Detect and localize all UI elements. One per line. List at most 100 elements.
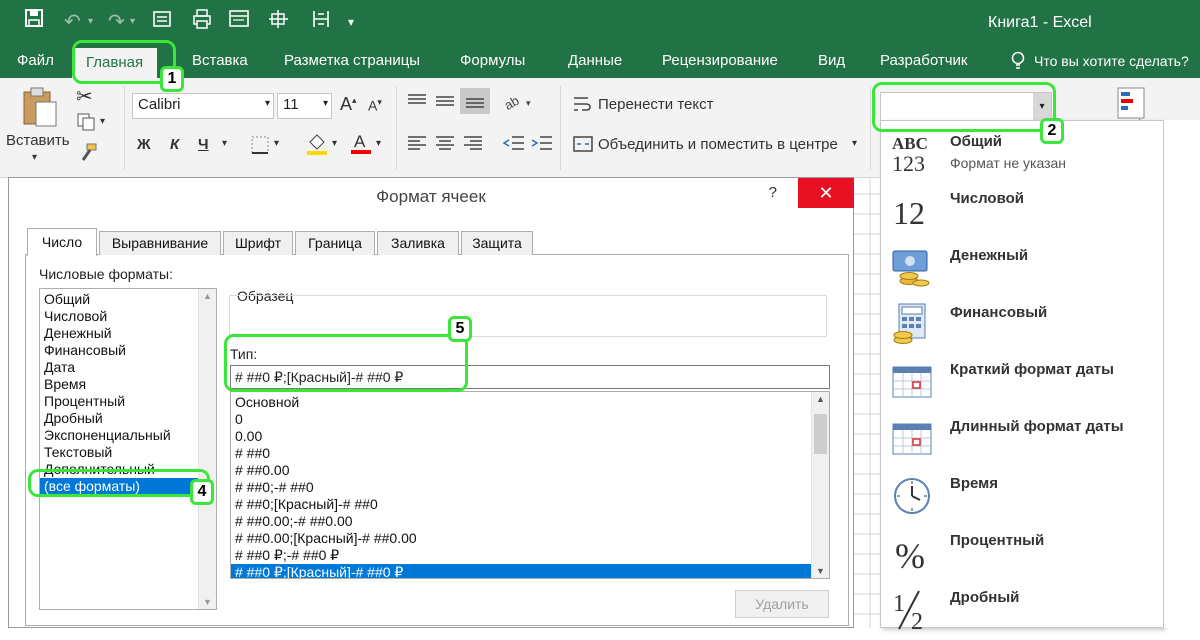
customize-icon[interactable]: ▾ <box>348 8 354 36</box>
format-code-item[interactable]: 0.00 <box>231 428 829 445</box>
format-code-item-selected[interactable]: # ##0 ₽;[Красный]-# ##0 ₽ <box>231 564 811 578</box>
undo-dropdown-icon[interactable]: ▾ <box>88 8 93 36</box>
tab-data[interactable]: Данные <box>568 46 622 78</box>
font-color-dropdown-icon[interactable]: ▾ <box>376 138 381 149</box>
category-item[interactable]: Экспоненциальный <box>40 427 216 444</box>
font-name-combo[interactable]: Calibri ▾ <box>132 93 274 119</box>
save-icon[interactable] <box>24 8 44 36</box>
cut-icon[interactable]: ✂ <box>76 84 93 109</box>
number-format-item-currency[interactable]: Денежный <box>881 241 1165 298</box>
macro-icon[interactable] <box>310 8 332 38</box>
number-format-item-long-date[interactable]: Длинный формат даты <box>881 412 1165 469</box>
window-icon[interactable] <box>228 8 250 38</box>
categories-list[interactable]: Общий Числовой Денежный Финансовый Дата … <box>39 288 217 610</box>
tab-insert[interactable]: Вставка <box>192 46 248 78</box>
align-middle-icon[interactable] <box>434 92 456 114</box>
form-icon[interactable] <box>152 8 174 38</box>
bold-button[interactable]: Ж <box>137 136 151 153</box>
chart-tool-icon[interactable] <box>268 8 290 38</box>
dialog-tab-font[interactable]: Шрифт <box>223 231 293 255</box>
fill-color-icon[interactable] <box>306 132 328 160</box>
number-format-item-number[interactable]: 12 Числовой <box>881 184 1165 241</box>
format-code-item[interactable]: # ##0;-# ##0 <box>231 479 829 496</box>
dialog-tab-alignment[interactable]: Выравнивание <box>99 231 221 255</box>
format-codes-list[interactable]: Основной 0 0.00 # ##0 # ##0.00 # ##0;-# … <box>230 391 830 579</box>
underline-button[interactable]: Ч <box>198 136 209 153</box>
fill-dropdown-icon[interactable]: ▾ <box>332 138 337 149</box>
format-codes-scrollbar[interactable]: ▲ ▼ <box>811 392 829 578</box>
redo-dropdown-icon[interactable]: ▾ <box>130 8 135 36</box>
format-code-item[interactable]: # ##0 ₽;-# ##0 ₽ <box>231 547 829 564</box>
tab-file[interactable]: Файл <box>17 46 54 78</box>
redo-icon[interactable]: ↷ <box>108 8 125 36</box>
chevron-down-icon[interactable]: ▾ <box>265 98 270 109</box>
merge-center-icon[interactable] <box>572 134 594 158</box>
borders-dropdown-icon[interactable]: ▾ <box>274 138 279 149</box>
tab-view[interactable]: Вид <box>818 46 845 78</box>
category-item[interactable]: Финансовый <box>40 342 216 359</box>
scroll-down-icon[interactable]: ▼ <box>816 566 825 576</box>
dialog-tab-number[interactable]: Число <box>27 228 97 256</box>
category-item[interactable]: Дата <box>40 359 216 376</box>
copy-dropdown-icon[interactable]: ▾ <box>100 116 105 127</box>
format-code-item[interactable]: # ##0.00;-# ##0.00 <box>231 513 829 530</box>
increase-indent-icon[interactable] <box>530 134 554 156</box>
delete-button[interactable]: Удалить <box>735 590 829 618</box>
copy-icon[interactable] <box>76 112 96 136</box>
font-size-combo[interactable]: 11 ▾ <box>277 93 332 119</box>
format-code-item[interactable]: 0 <box>231 411 829 428</box>
merge-dropdown-icon[interactable]: ▾ <box>852 138 857 149</box>
dialog-tab-fill[interactable]: Заливка <box>377 231 459 255</box>
number-format-item-time[interactable]: Время <box>881 469 1165 526</box>
decrease-indent-icon[interactable] <box>502 134 526 156</box>
scroll-thumb[interactable] <box>814 414 827 454</box>
number-format-item-percent[interactable]: % Процентный <box>881 526 1165 583</box>
number-format-item-fraction[interactable]: 12 Дробный <box>881 583 1165 640</box>
chevron-down-icon[interactable]: ▾ <box>323 98 328 109</box>
number-format-item-short-date[interactable]: Краткий формат даты <box>881 355 1165 412</box>
print-icon[interactable] <box>192 8 214 38</box>
category-item[interactable]: Денежный <box>40 325 216 342</box>
number-format-item-general[interactable]: ABC 123 Общий Формат не указан <box>881 127 1165 184</box>
format-code-item[interactable]: Основной <box>231 394 829 411</box>
wrap-text-button[interactable]: Перенести текст <box>598 96 714 113</box>
tell-me-search[interactable]: Что вы хотите сделать? <box>1034 46 1189 78</box>
tab-review[interactable]: Рецензирование <box>662 46 778 78</box>
clipboard-icon[interactable] <box>20 86 60 133</box>
merge-center-button[interactable]: Объединить и поместить в центре <box>598 136 838 153</box>
paste-button[interactable]: Вставить <box>6 132 70 149</box>
scroll-up-icon[interactable]: ▲ <box>203 291 212 301</box>
category-item[interactable]: Процентный <box>40 393 216 410</box>
format-code-item[interactable]: # ##0.00;[Красный]-# ##0.00 <box>231 530 829 547</box>
align-center-icon[interactable] <box>434 134 456 156</box>
number-format-item-accounting[interactable]: Финансовый <box>881 298 1165 355</box>
align-left-icon[interactable] <box>406 134 428 156</box>
undo-icon[interactable]: ↶ <box>64 8 81 36</box>
category-item[interactable]: Числовой <box>40 308 216 325</box>
help-button[interactable]: ? <box>769 184 777 201</box>
tab-page-layout[interactable]: Разметка страницы <box>284 46 420 78</box>
category-item[interactable]: Дробный <box>40 410 216 427</box>
category-item[interactable]: Общий <box>40 291 216 308</box>
underline-dropdown-icon[interactable]: ▾ <box>222 138 227 149</box>
align-bottom-icon[interactable] <box>460 88 490 114</box>
format-code-item[interactable]: # ##0;[Красный]-# ##0 <box>231 496 829 513</box>
lightbulb-icon[interactable] <box>1010 46 1026 78</box>
borders-icon[interactable] <box>250 135 270 159</box>
dialog-tab-protection[interactable]: Защита <box>461 231 533 255</box>
decrease-font-icon[interactable]: A▾ <box>368 97 382 114</box>
paste-dropdown-icon[interactable]: ▾ <box>32 152 37 163</box>
format-code-item[interactable]: # ##0.00 <box>231 462 829 479</box>
category-item[interactable]: Текстовый <box>40 444 216 461</box>
increase-font-icon[interactable]: A▴ <box>340 94 357 115</box>
scroll-down-icon[interactable]: ▼ <box>203 597 212 607</box>
align-top-icon[interactable] <box>406 92 428 114</box>
dialog-tab-border[interactable]: Граница <box>295 231 375 255</box>
format-code-item[interactable]: # ##0 <box>231 445 829 462</box>
font-color-icon[interactable]: A <box>350 131 372 159</box>
category-item[interactable]: Время <box>40 376 216 393</box>
tab-developer[interactable]: Разработчик <box>880 46 967 78</box>
scroll-up-icon[interactable]: ▲ <box>816 394 825 404</box>
italic-button[interactable]: К <box>170 136 179 153</box>
orientation-icon[interactable]: ab ▾ <box>502 92 532 116</box>
